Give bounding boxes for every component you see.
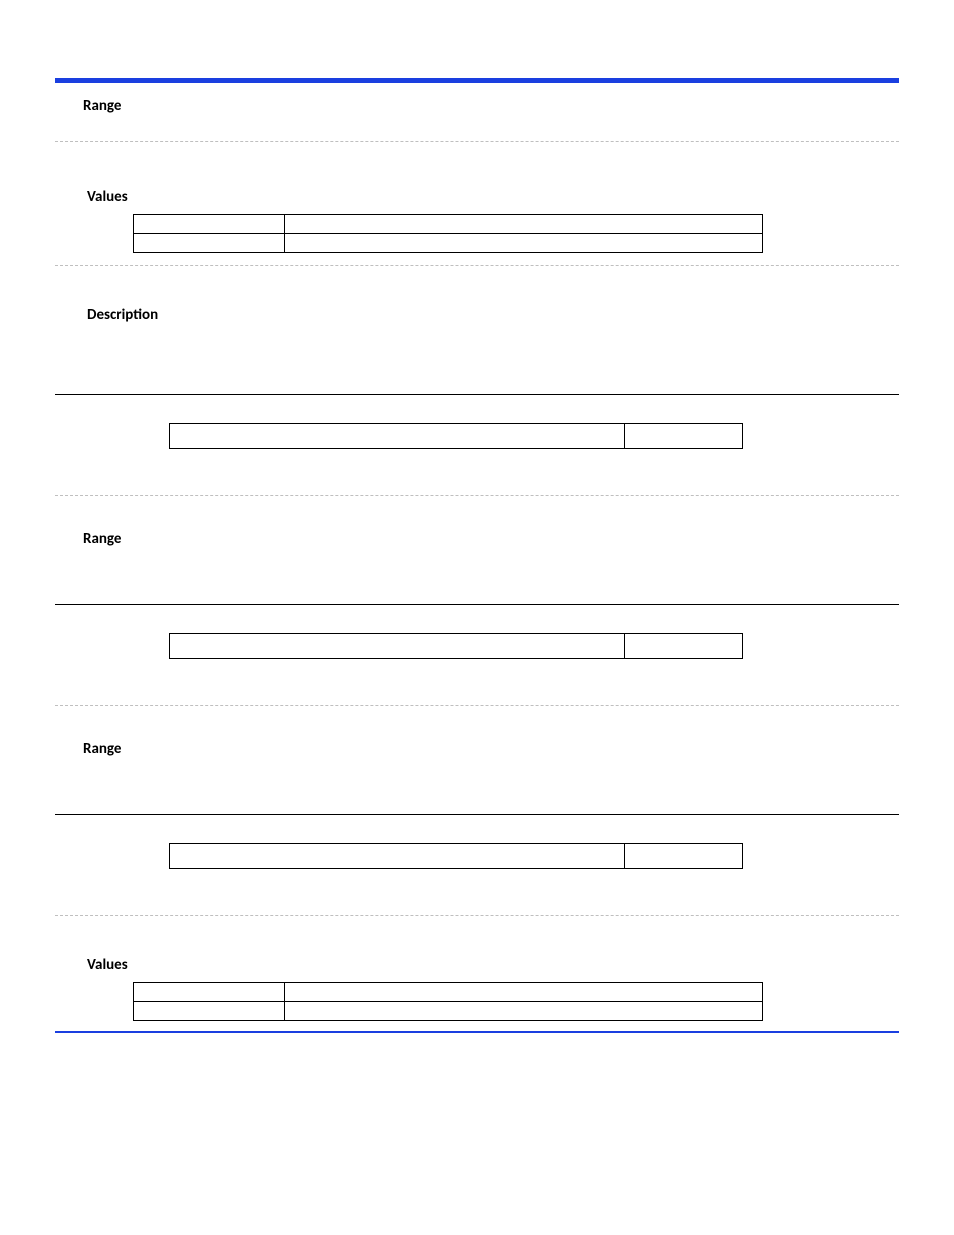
values-table [133,982,763,1021]
values-cell [134,234,285,253]
divider-solid [55,604,899,605]
divider-dashed [55,705,899,706]
table-row [134,983,763,1002]
definition-row [169,843,899,869]
divider-dashed [55,141,899,142]
divider-solid [55,814,899,815]
bottom-rule [55,1031,899,1033]
values-cell [134,1002,285,1021]
values-cell [285,1002,763,1021]
range-label: Range [83,97,899,115]
range-label: Range [83,530,899,548]
values-label: Values [87,188,899,206]
definition-side [625,423,743,449]
definition-main [169,843,625,869]
values-label: Values [87,956,899,974]
top-rule [55,78,899,83]
divider-dashed [55,495,899,496]
values-cell [134,983,285,1002]
range-label: Range [83,740,899,758]
definition-row [169,633,899,659]
definition-main [169,423,625,449]
values-table [133,214,763,253]
table-row [134,215,763,234]
definition-main [169,633,625,659]
table-row [134,1002,763,1021]
values-cell [134,215,285,234]
table-row [134,234,763,253]
divider-solid [55,394,899,395]
definition-row [169,423,899,449]
definition-side [625,633,743,659]
document-page: Range Values Description Range Range Val [0,78,954,1033]
divider-dashed [55,265,899,266]
values-cell [285,983,763,1002]
definition-side [625,843,743,869]
values-cell [285,234,763,253]
description-label: Description [87,306,899,324]
divider-dashed [55,915,899,916]
values-cell [285,215,763,234]
